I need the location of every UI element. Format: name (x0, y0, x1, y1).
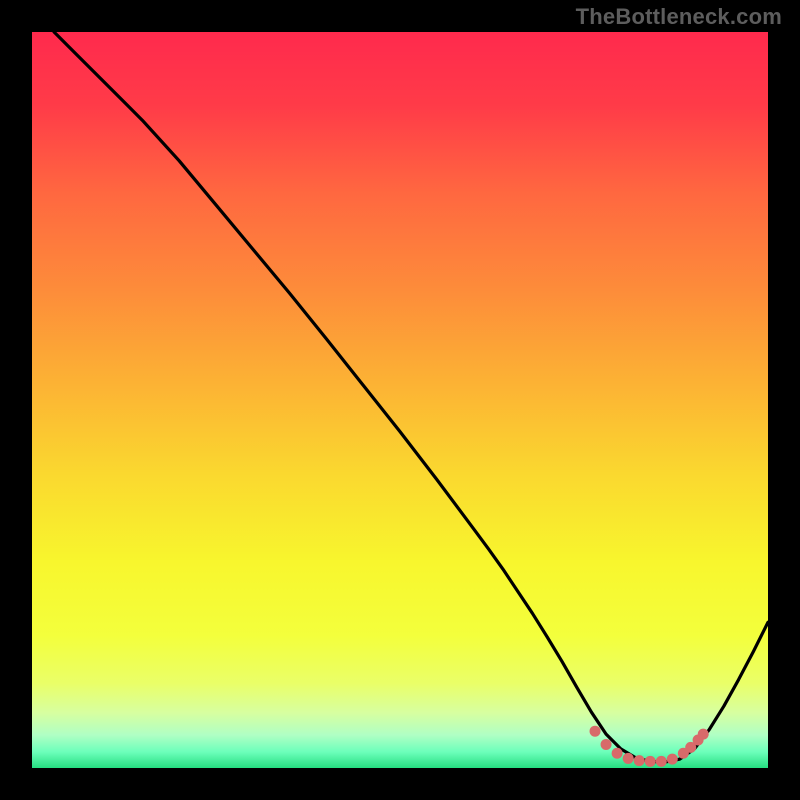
marker-dot (601, 739, 612, 750)
chart-svg (32, 32, 768, 768)
marker-dot (623, 753, 634, 764)
chart-frame: TheBottleneck.com (0, 0, 800, 800)
marker-dot (612, 748, 623, 759)
gradient-background (32, 32, 768, 768)
plot-area (32, 32, 768, 768)
marker-dot (645, 756, 656, 767)
marker-dot (634, 755, 645, 766)
marker-dot (590, 726, 601, 737)
marker-dot (656, 756, 667, 767)
watermark-text: TheBottleneck.com (576, 4, 782, 30)
marker-dot (667, 754, 678, 765)
marker-dot (698, 729, 709, 740)
